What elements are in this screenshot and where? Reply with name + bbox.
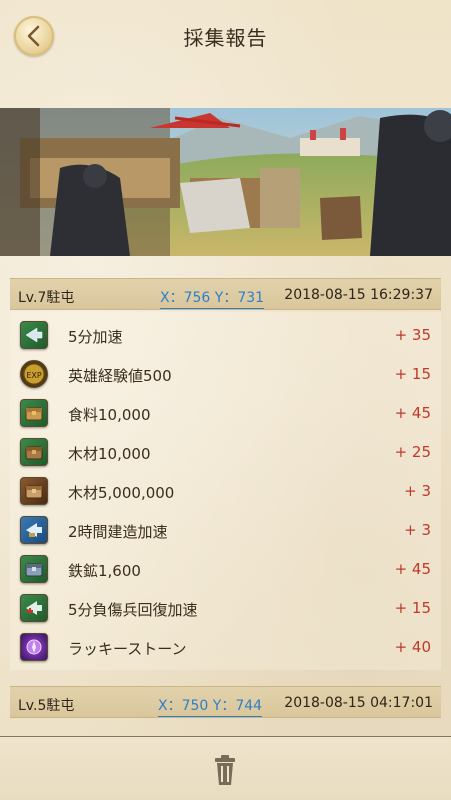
item-quantity: + 45 bbox=[394, 404, 431, 422]
report-header: Lv.7駐屯 X：756 Y：731 2018-08-15 16:29:37 bbox=[10, 278, 441, 310]
item-quantity: + 3 bbox=[404, 482, 431, 500]
wood-large-chest-icon bbox=[20, 477, 48, 505]
item-label: 木材10,000 bbox=[68, 445, 151, 463]
item-label: 5分負傷兵回復加速 bbox=[68, 601, 198, 619]
report-timestamp: 2018-08-15 04:17:01 bbox=[284, 695, 433, 711]
item-quantity: + 3 bbox=[404, 521, 431, 539]
report-site-level: Lv.7駐屯 bbox=[18, 290, 75, 306]
banner-image bbox=[0, 108, 451, 256]
list-item: 2時間建造加速 + 3 bbox=[10, 511, 441, 550]
food-chest-icon bbox=[20, 399, 48, 427]
trash-icon bbox=[215, 755, 235, 785]
list-item: 木材5,000,000 + 3 bbox=[10, 472, 441, 511]
item-label: 木材5,000,000 bbox=[68, 484, 175, 502]
list-item: ラッキーストーン + 40 bbox=[10, 628, 441, 667]
list-item: 鉄鉱1,600 + 45 bbox=[10, 550, 441, 589]
item-label: 鉄鉱1,600 bbox=[68, 562, 141, 580]
item-label: ラッキーストーン bbox=[68, 640, 187, 658]
item-quantity: + 25 bbox=[394, 443, 431, 461]
list-item: 5分負傷兵回復加速 + 15 bbox=[10, 589, 441, 628]
item-quantity: + 45 bbox=[394, 560, 431, 578]
item-label: 英雄経験値500 bbox=[68, 367, 172, 385]
item-quantity: + 15 bbox=[394, 365, 431, 383]
speedup-5min-icon bbox=[20, 321, 48, 349]
report-site-level: Lv.5駐屯 bbox=[18, 698, 75, 714]
item-label: 2時間建造加速 bbox=[68, 523, 168, 541]
build-speedup-icon bbox=[20, 516, 48, 544]
list-item: 食料10,000 + 45 bbox=[10, 394, 441, 433]
header: 採集報告 bbox=[0, 0, 451, 88]
report-timestamp: 2018-08-15 16:29:37 bbox=[284, 287, 433, 303]
report-header: Lv.5駐屯 X：750 Y：744 2018-08-15 04:17:01 bbox=[10, 686, 441, 718]
iron-chest-icon bbox=[20, 555, 48, 583]
list-item: EXP 英雄経験値500 + 15 bbox=[10, 355, 441, 394]
report-items-list: 5分加速 + 35 EXP 英雄経験値500 + 15 食料10,000 + 4… bbox=[10, 312, 441, 670]
hero-exp-icon: EXP bbox=[20, 360, 48, 388]
bottom-toolbar bbox=[0, 736, 451, 800]
delete-button[interactable] bbox=[210, 755, 240, 787]
report-coordinates-link[interactable]: X：750 Y：744 bbox=[158, 695, 263, 717]
lucky-stone-icon bbox=[20, 633, 48, 661]
heal-speedup-icon bbox=[20, 594, 48, 622]
report-coordinates-link[interactable]: X：756 Y：731 bbox=[160, 287, 265, 309]
list-item: 5分加速 + 35 bbox=[10, 316, 441, 355]
wood-chest-icon bbox=[20, 438, 48, 466]
item-quantity: + 15 bbox=[394, 599, 431, 617]
svg-text:EXP: EXP bbox=[26, 371, 42, 380]
item-quantity: + 35 bbox=[394, 326, 431, 344]
item-quantity: + 40 bbox=[394, 638, 431, 656]
item-label: 5分加速 bbox=[68, 328, 123, 346]
item-label: 食料10,000 bbox=[68, 406, 151, 424]
page-title: 採集報告 bbox=[183, 26, 268, 50]
list-item: 木材10,000 + 25 bbox=[10, 433, 441, 472]
